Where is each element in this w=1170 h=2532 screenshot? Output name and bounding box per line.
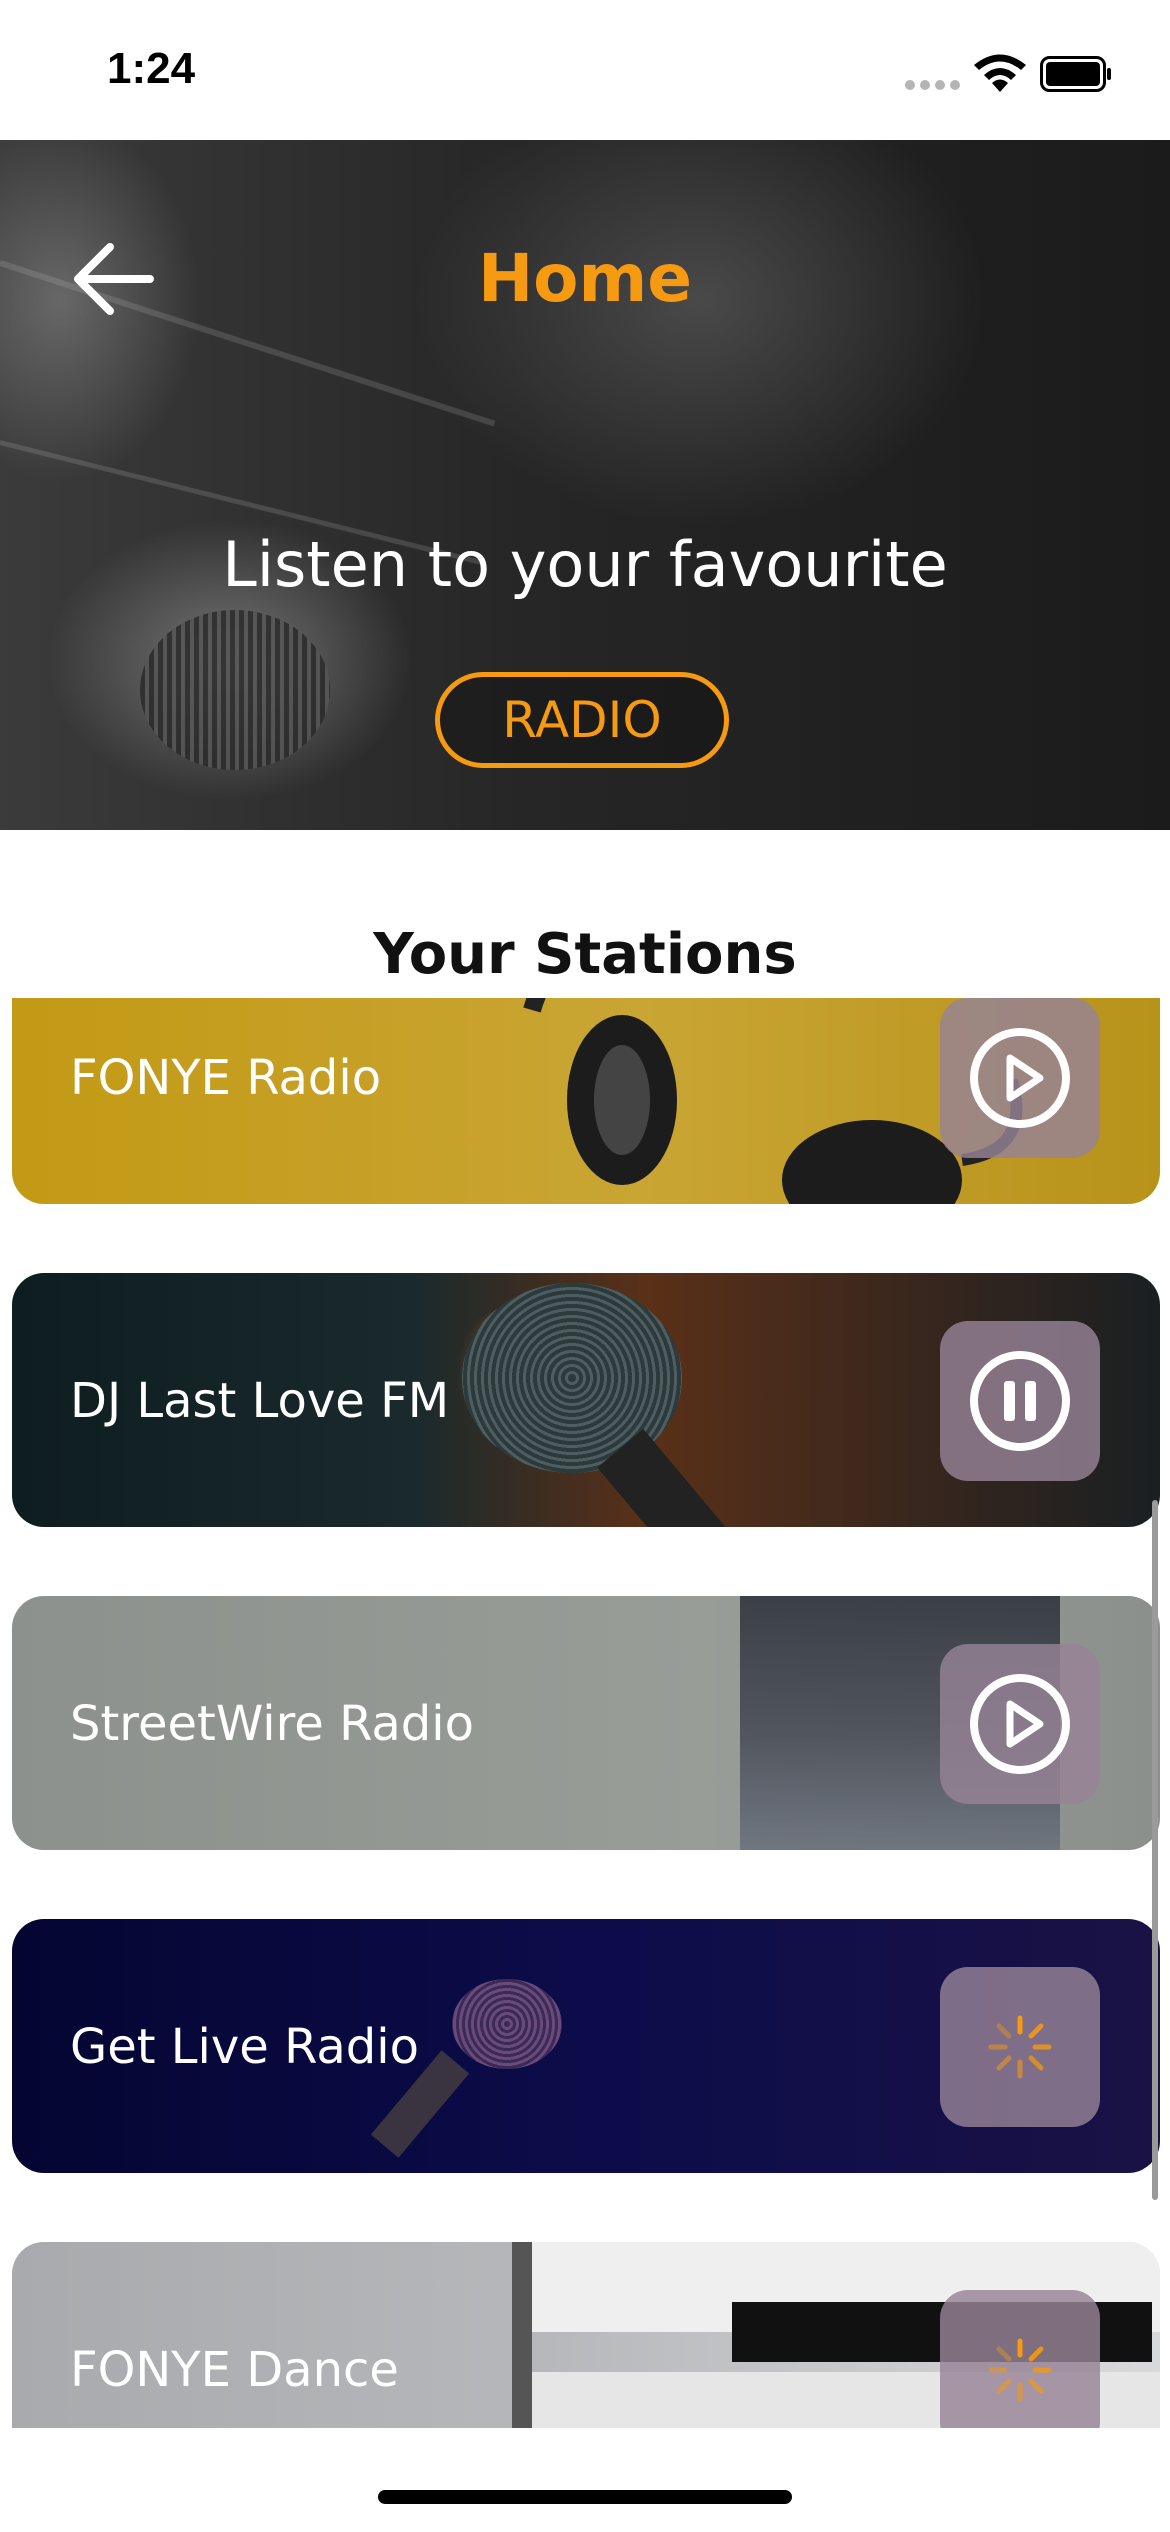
- hero-header: Home Listen to your favourite RADIO: [0, 140, 1170, 830]
- play-button[interactable]: [940, 998, 1100, 1158]
- hero-tagline: Listen to your favourite: [222, 528, 948, 601]
- status-bar: 1:24: [0, 0, 1170, 140]
- station-card[interactable]: FONYE Dance: [12, 2242, 1160, 2428]
- loading-button[interactable]: [940, 2290, 1100, 2428]
- cellular-signal-icon: [905, 80, 961, 92]
- status-time: 1:24: [107, 44, 196, 93]
- pause-button[interactable]: [940, 1321, 1100, 1481]
- scrollbar[interactable]: [1152, 1500, 1158, 2200]
- battery-icon: [1040, 56, 1111, 92]
- radio-knob-image: [140, 610, 330, 770]
- station-card[interactable]: FONYE Radio: [12, 998, 1160, 1204]
- page-title: Home: [477, 240, 693, 317]
- piano-divider: [512, 2242, 532, 2428]
- station-card[interactable]: DJ Last Love FM: [12, 1273, 1160, 1527]
- station-name: Get Live Radio: [70, 2019, 419, 2075]
- section-title: Your Stations: [373, 922, 797, 987]
- microphone-image: [452, 1979, 562, 2069]
- station-name: FONYE Dance: [70, 2342, 399, 2398]
- station-card[interactable]: StreetWire Radio: [12, 1596, 1160, 1850]
- play-icon: [970, 1674, 1070, 1774]
- play-button[interactable]: [940, 1644, 1100, 1804]
- station-list[interactable]: FONYE Radio DJ Last Love FM StreetWire R…: [0, 998, 1170, 2428]
- radio-button[interactable]: RADIO: [435, 672, 729, 768]
- station-name: DJ Last Love FM: [70, 1373, 450, 1429]
- pause-icon: [970, 1351, 1070, 1451]
- play-icon: [970, 1028, 1070, 1128]
- station-card[interactable]: Get Live Radio: [12, 1919, 1160, 2173]
- home-indicator[interactable]: [378, 2490, 792, 2504]
- station-name: StreetWire Radio: [70, 1696, 474, 1752]
- station-name: FONYE Radio: [70, 1050, 382, 1106]
- loading-button[interactable]: [940, 1967, 1100, 2127]
- loading-spinner-icon: [988, 2338, 1052, 2402]
- loading-spinner-icon: [988, 2015, 1052, 2079]
- wifi-icon: [974, 54, 1026, 92]
